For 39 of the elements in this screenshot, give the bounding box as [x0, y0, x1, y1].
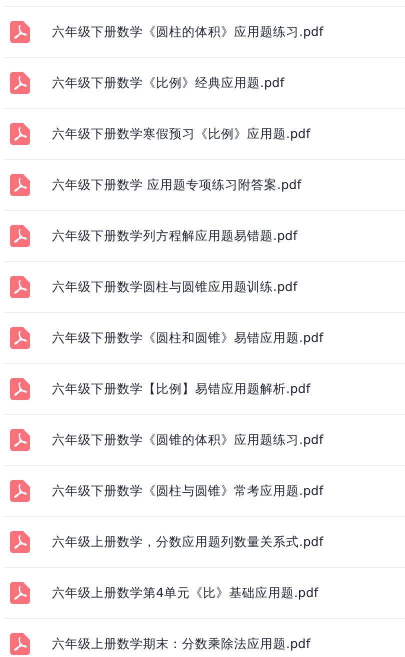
file-name: 六年级下册数学圆柱与圆锥应用题训练.pdf	[52, 278, 298, 296]
file-name: 六年级下册数学【比例】易错应用题解析.pdf	[52, 380, 310, 398]
file-row[interactable]: 六年级上册数学期末：分数乘除法应用题.pdf	[4, 618, 405, 657]
file-row[interactable]: 六年级下册数学 应用题专项练习附答案.pdf	[4, 159, 405, 210]
file-row[interactable]: 六年级下册数学列方程解应用题易错题.pdf	[4, 210, 405, 261]
file-name: 六年级上册数学，分数应用题列数量关系式.pdf	[52, 534, 324, 550]
file-name: 六年级下册数学《圆柱和圆锥》易错应用题.pdf	[52, 330, 324, 346]
file-row[interactable]: 六年级下册数学《圆柱与圆锥》常考应用题.pdf	[4, 465, 405, 516]
file-row[interactable]: 六年级下册数学【比例】易错应用题解析.pdf	[4, 363, 405, 414]
pdf-file-icon	[10, 174, 30, 196]
pdf-file-icon	[10, 480, 30, 502]
file-name: 六年级下册数学《比例》经典应用题.pdf	[52, 74, 284, 92]
pdf-file-icon	[10, 633, 30, 655]
file-name: 六年级上册数学第4单元《比》基础应用题.pdf	[52, 584, 318, 602]
file-row[interactable]: 六年级下册数学《比例》经典应用题.pdf	[4, 57, 405, 108]
file-row[interactable]: 六年级下册数学《圆锥的体积》应用题练习.pdf	[4, 414, 405, 465]
pdf-file-icon	[10, 72, 30, 94]
file-row[interactable]: 六年级下册数学寒假预习《比例》应用题.pdf	[4, 108, 405, 159]
pdf-file-icon	[10, 21, 30, 43]
file-name: 六年级下册数学《圆柱的体积》应用题练习.pdf	[52, 24, 324, 40]
pdf-file-icon	[10, 531, 30, 553]
pdf-file-icon	[10, 429, 30, 451]
file-name: 六年级下册数学《圆锥的体积》应用题练习.pdf	[52, 432, 324, 448]
pdf-file-icon	[10, 276, 30, 298]
file-row[interactable]: 六年级下册数学圆柱与圆锥应用题训练.pdf	[4, 261, 405, 312]
file-name: 六年级下册数学列方程解应用题易错题.pdf	[52, 228, 298, 244]
pdf-file-icon	[10, 225, 30, 247]
file-name: 六年级下册数学寒假预习《比例》应用题.pdf	[52, 126, 310, 142]
file-name: 六年级上册数学期末：分数乘除法应用题.pdf	[52, 636, 310, 652]
file-name: 六年级下册数学《圆柱与圆锥》常考应用题.pdf	[52, 482, 324, 500]
file-row[interactable]: 六年级下册数学《圆柱的体积》应用题练习.pdf	[4, 6, 405, 57]
pdf-file-icon	[10, 123, 30, 145]
pdf-file-icon	[10, 582, 30, 604]
file-name: 六年级下册数学 应用题专项练习附答案.pdf	[52, 176, 302, 194]
pdf-file-icon	[10, 378, 30, 400]
pdf-file-icon	[10, 327, 30, 349]
file-row[interactable]: 六年级下册数学《圆柱和圆锥》易错应用题.pdf	[4, 312, 405, 363]
file-row[interactable]: 六年级上册数学第4单元《比》基础应用题.pdf	[4, 567, 405, 618]
file-row[interactable]: 六年级上册数学，分数应用题列数量关系式.pdf	[4, 516, 405, 567]
